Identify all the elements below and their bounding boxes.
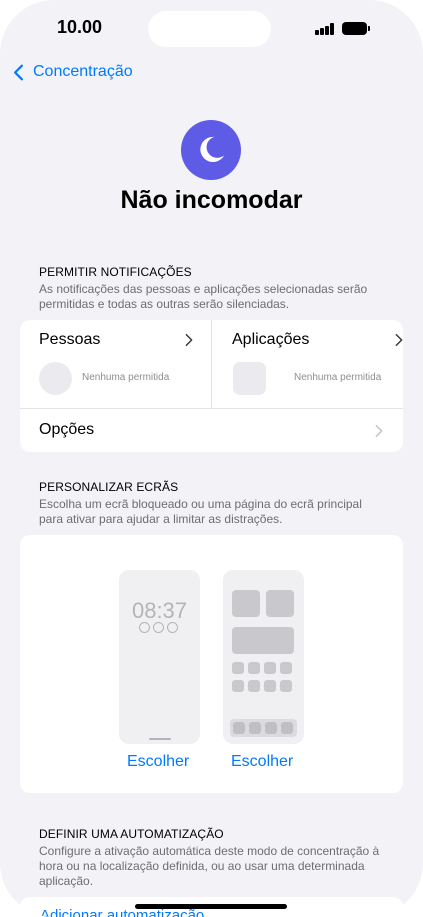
- back-button-label: Concentração: [33, 63, 133, 80]
- section-title: PERSONALIZAR ECRÃS: [39, 480, 179, 494]
- apps-cell[interactable]: Aplicações Nenhuma permitida: [212, 320, 403, 408]
- dock-placeholder: [230, 719, 297, 737]
- widget-placeholder: [232, 590, 260, 617]
- phone-screen: 10.00 Concentração Não incomodar PERMITI…: [0, 0, 423, 917]
- allow-notifications-card: Pessoas Nenhuma permitida Aplicações Nen…: [20, 320, 403, 452]
- section-title: PERMITIR NOTIFICAÇÕES: [39, 265, 192, 279]
- chevron-right-icon: [395, 333, 403, 347]
- options-row[interactable]: Opções: [20, 409, 403, 452]
- options-label: Opções: [39, 421, 95, 438]
- signal-icon: [315, 23, 335, 35]
- home-screen-preview[interactable]: [223, 570, 304, 744]
- app-placeholder: [280, 662, 292, 674]
- chevron-right-icon: [185, 333, 193, 347]
- chevron-left-icon: [13, 64, 24, 80]
- section-description: As notificações das pessoas e aplicações…: [39, 282, 368, 311]
- choose-lock-screen-button[interactable]: Escolher: [127, 753, 189, 771]
- widget-placeholder: [266, 590, 294, 617]
- app-placeholder: [232, 680, 244, 692]
- battery-icon: [342, 22, 370, 35]
- lock-screen-preview[interactable]: 08:37: [119, 570, 200, 744]
- moon-icon: [200, 136, 225, 163]
- apps-label: Aplicações: [232, 331, 310, 348]
- chevron-right-icon: [375, 424, 383, 438]
- app-placeholder: [264, 662, 276, 674]
- app-placeholder-icon: [233, 362, 266, 395]
- widget-placeholder: [232, 627, 294, 654]
- status-bar: 10.00: [0, 0, 423, 58]
- customize-screens-header: PERSONALIZAR ECRÃS Escolha um ecrã bloqu…: [39, 480, 389, 527]
- people-cell[interactable]: Pessoas Nenhuma permitida: [20, 320, 211, 408]
- people-status: Nenhuma permitida: [82, 372, 170, 383]
- section-description: Escolha um ecrã bloqueado ou uma página …: [39, 497, 362, 526]
- person-placeholder-avatar: [39, 362, 72, 395]
- lock-home-indicator: [149, 738, 171, 740]
- app-placeholder: [280, 680, 292, 692]
- apps-status: Nenhuma permitida: [294, 372, 382, 383]
- allow-notifications-header: PERMITIR NOTIFICAÇÕES As notificações da…: [39, 265, 389, 312]
- status-time: 10.00: [57, 17, 103, 37]
- app-placeholder: [248, 662, 260, 674]
- automation-header: DEFINIR UMA AUTOMATIZAÇÃO Configure a at…: [39, 827, 389, 889]
- section-description: Configure a ativação automática deste mo…: [39, 844, 380, 888]
- customize-screens-card: 08:37 Escolher Escolher: [20, 535, 403, 793]
- page-title: Não incomodar: [120, 186, 303, 214]
- focus-mode-icon: [181, 120, 241, 180]
- lock-widgets: [139, 622, 178, 633]
- app-placeholder: [264, 680, 276, 692]
- people-label: Pessoas: [39, 331, 101, 348]
- app-placeholder: [232, 662, 244, 674]
- choose-home-screen-button[interactable]: Escolher: [231, 753, 293, 771]
- lock-screen-time: 08:37: [131, 598, 188, 623]
- home-indicator[interactable]: [135, 904, 287, 909]
- section-title: DEFINIR UMA AUTOMATIZAÇÃO: [39, 827, 224, 841]
- app-placeholder: [248, 680, 260, 692]
- dynamic-island: [148, 11, 271, 47]
- back-button[interactable]: Concentração: [10, 63, 133, 81]
